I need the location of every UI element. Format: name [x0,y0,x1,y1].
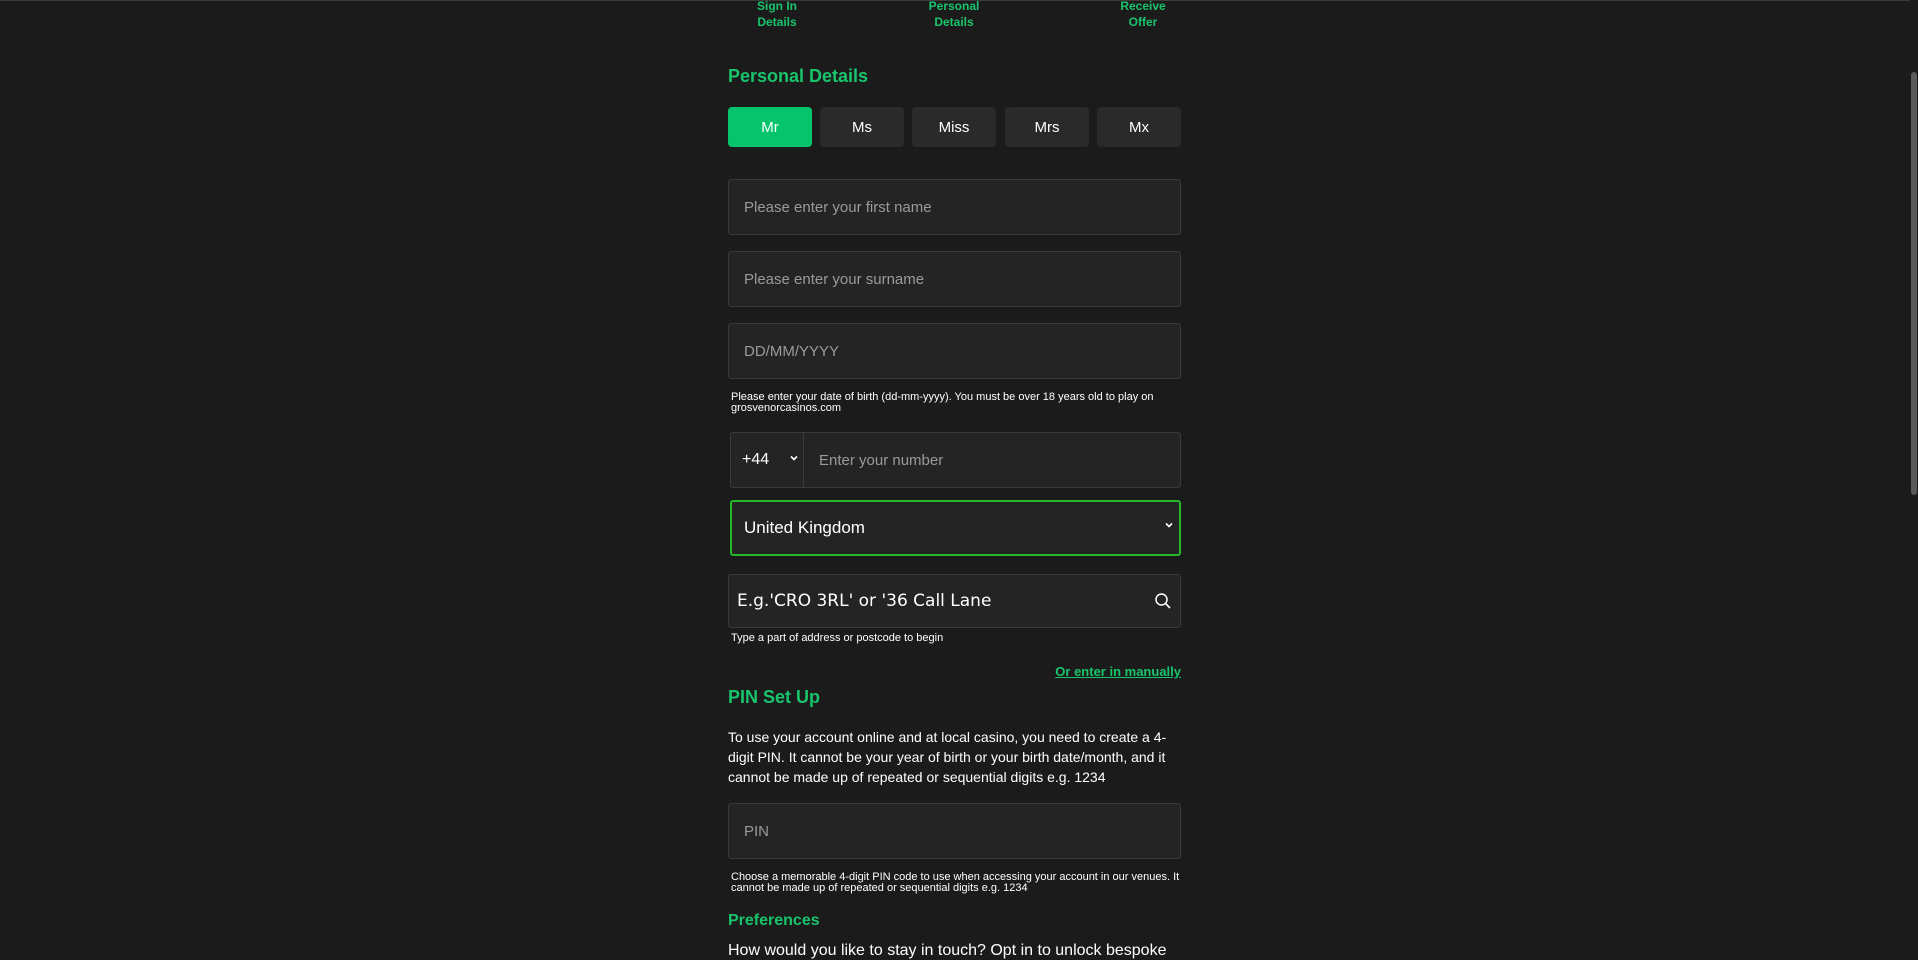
personal-details-heading: Personal Details [728,66,869,86]
pin-description: To use your account online and at local … [728,729,1167,785]
title-mrs-button[interactable]: Mrs [1005,107,1089,147]
step-label-line1: Receive [1120,0,1166,13]
step-label-line1: Sign In [757,0,797,13]
step-label-line2: Details [757,15,797,29]
country-code-select[interactable]: +44 [731,433,804,487]
address-search-field [728,574,1181,628]
address-search-input[interactable] [729,575,1149,627]
phone-number-input[interactable] [804,433,1180,487]
step-receive-offer: Receive Offer [1098,0,1188,30]
dob-hint: Please enter your date of birth (dd-mm-y… [731,391,1154,414]
address-hint: Type a part of address or postcode to be… [731,632,944,644]
step-label-line2: Offer [1128,15,1158,29]
search-icon[interactable] [1154,592,1172,610]
scrollbar-thumb[interactable] [1911,72,1917,495]
progress-steps: Sign In Details Personal Details Receive… [728,0,1181,40]
title-mx-button[interactable]: Mx [1097,107,1181,147]
pin-field [728,803,1181,859]
dob-field [728,323,1181,379]
pin-setup-heading: PIN Set Up [728,687,821,707]
country-code-value: +44 [742,451,770,468]
chevron-down-icon [1164,519,1174,533]
page-scrollbar[interactable] [1910,0,1918,959]
preferences-text: How would you like to stay in touch? Opt… [728,942,1167,959]
step-sign-in-details: Sign In Details [732,0,822,30]
step-label-line2: Details [934,15,974,29]
step-label-line1: Personal [928,0,980,13]
step-personal-details: Personal Details [909,0,999,30]
title-selector: Mr Ms Miss Mrs Mx [728,107,1181,147]
phone-field: +44 [730,432,1181,488]
country-value: United Kingdom [744,518,865,537]
pin-hint: Choose a memorable 4-digit PIN code to u… [731,871,1180,894]
first-name-field [728,179,1181,235]
preferences-heading: Preferences [728,912,820,929]
first-name-input[interactable] [729,180,1180,234]
pin-input[interactable] [729,804,1180,858]
country-select[interactable]: United Kingdom [730,500,1181,556]
title-ms-button[interactable]: Ms [820,107,904,147]
enter-address-manually-link[interactable]: Or enter in manually [1055,664,1181,679]
title-miss-button[interactable]: Miss [912,107,996,147]
dob-input[interactable] [729,324,1180,378]
surname-input[interactable] [729,252,1180,306]
surname-field [728,251,1181,307]
chevron-down-icon [789,452,799,466]
title-mr-button[interactable]: Mr [728,107,812,147]
